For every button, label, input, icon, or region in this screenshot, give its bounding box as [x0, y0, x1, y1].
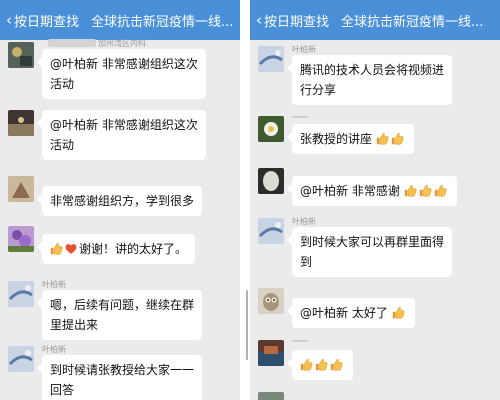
thumbs-up-icon	[419, 184, 432, 197]
sender-name: 叶柏新	[42, 345, 66, 354]
message-text-line: 活动	[50, 77, 75, 91]
message-text-line: 回答	[50, 383, 75, 397]
scrollbar[interactable]	[246, 290, 248, 360]
chat-title: 全球抗击新冠疫情一线...	[91, 14, 234, 30]
message-text-line: 行分享	[300, 83, 337, 97]
back-button[interactable]: ‹ 按日期查找	[6, 11, 79, 30]
avatar[interactable]	[258, 46, 284, 72]
sender-name: 叶柏新	[42, 280, 66, 289]
avatar[interactable]	[8, 346, 34, 372]
sender-name: 叶柏新	[292, 217, 316, 226]
back-button[interactable]: ‹ 按日期查找	[256, 11, 329, 30]
message-text-line: 里提出来	[50, 318, 99, 332]
thumbs-up-icon	[300, 358, 313, 371]
thumbs-up-icon	[404, 184, 417, 197]
avatar[interactable]	[8, 226, 34, 252]
avatar[interactable]	[258, 392, 284, 400]
chevron-left-icon: ‹	[256, 11, 262, 29]
message-bubble[interactable]: @叶柏新 太好了	[287, 298, 415, 328]
avatar[interactable]	[258, 168, 284, 194]
message-bubble[interactable]: 腾讯的技术人员会将视频进 行分享	[286, 55, 453, 105]
message-text: 谢谢！讲的太好了。	[79, 242, 188, 256]
thumbs-up-icon	[376, 132, 389, 145]
avatar[interactable]	[8, 176, 34, 202]
sender-name-redacted	[292, 116, 308, 118]
sender-name-redacted	[292, 340, 308, 342]
message-bubble[interactable]: @叶柏新 非常感谢组织这次 活动	[37, 49, 206, 99]
thumbs-up-icon	[391, 132, 404, 145]
avatar[interactable]	[258, 116, 284, 142]
avatar[interactable]	[258, 340, 284, 366]
message-bubble[interactable]: 张教授的讲座	[287, 124, 414, 154]
sender-name: 叶柏新	[292, 45, 316, 54]
message-bubble[interactable]: @叶柏新 非常感谢	[287, 176, 457, 206]
avatar[interactable]	[258, 288, 284, 314]
thumbs-up-icon	[330, 358, 343, 371]
back-label: 按日期查找	[14, 14, 80, 30]
message-text-line: @叶柏新 非常感谢组织这次	[50, 57, 198, 71]
message-text: @叶柏新 非常感谢	[300, 184, 400, 198]
avatar[interactable]	[8, 281, 34, 307]
chat-panel-right: ‹ 按日期查找 全球抗击新冠疫情一线... 叶柏新 腾讯的技术人员会将视频进 行…	[250, 0, 500, 400]
message-bubble[interactable]	[287, 350, 353, 380]
avatar[interactable]	[258, 218, 284, 244]
message-text-line: 到	[300, 255, 313, 269]
thumbs-up-icon	[315, 358, 328, 371]
message-text-line: 活动	[50, 138, 75, 152]
back-label: 按日期查找	[264, 14, 330, 30]
avatar[interactable]	[8, 110, 34, 136]
message-text: 张教授的讲座	[300, 132, 373, 146]
message-text-line: 到时候大家可以再群里面得	[300, 235, 445, 249]
message-bubble[interactable]: 到时候请张教授给大家一一 回答	[36, 355, 203, 400]
message-text: @叶柏新 太好了	[300, 306, 388, 320]
message-bubble[interactable]: 非常感谢组织方，学到很多	[36, 186, 203, 216]
message-text-line: 非常感谢组织方，学到很多	[50, 194, 195, 208]
message-text-line: @叶柏新 非常感谢组织这次	[50, 118, 198, 132]
sender-name: 加州湾区内科	[98, 39, 146, 48]
message-text-line: 腾讯的技术人员会将视频进	[300, 63, 445, 77]
panel-divider	[240, 0, 250, 400]
thumbs-up-icon	[392, 306, 405, 319]
nav-bar: ‹ 按日期查找 全球抗击新冠疫情一线...	[250, 0, 500, 40]
thumbs-up-icon	[50, 242, 63, 255]
chevron-left-icon: ‹	[6, 11, 12, 29]
message-bubble[interactable]: 嗯，后续有问题，继续在群 里提出来	[36, 290, 203, 340]
message-text-line: 嗯，后续有问题，继续在群	[50, 298, 195, 312]
chat-panel-left: ‹ 按日期查找 全球抗击新冠疫情一线... 加州湾区内科 @叶柏新 非常感谢组织…	[0, 0, 240, 400]
chat-title: 全球抗击新冠疫情一线...	[341, 14, 484, 30]
thumbs-up-icon	[434, 184, 447, 197]
message-bubble[interactable]: @叶柏新 非常感谢组织这次 活动	[37, 110, 206, 160]
sender-name-redacted	[48, 39, 96, 47]
nav-bar: ‹ 按日期查找 全球抗击新冠疫情一线...	[0, 0, 240, 40]
heart-icon	[65, 243, 77, 255]
message-text-line: 到时候请张教授给大家一一	[50, 363, 195, 377]
avatar[interactable]	[8, 42, 34, 68]
message-bubble[interactable]: 到时候大家可以再群里面得 到	[286, 227, 453, 277]
message-bubble[interactable]: 谢谢！讲的太好了。	[36, 234, 196, 264]
